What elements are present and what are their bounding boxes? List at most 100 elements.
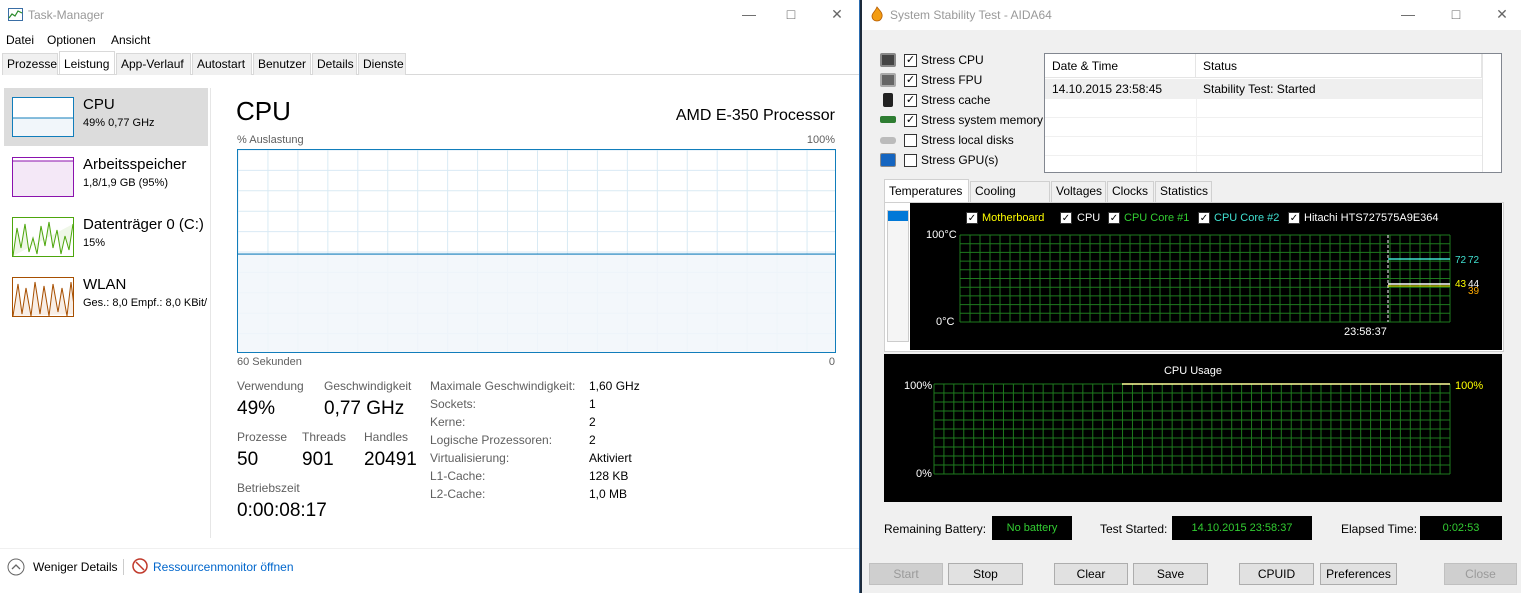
title-bar[interactable]: Task-Manager — □ ✕ bbox=[0, 0, 859, 30]
tab-leistung[interactable]: Leistung bbox=[59, 51, 115, 74]
detail-value: Aktiviert bbox=[589, 451, 632, 465]
resource-monitor-link[interactable]: Ressourcenmonitor öffnen bbox=[153, 560, 294, 574]
tab-details[interactable]: Details bbox=[312, 53, 357, 75]
checkmark-icon: ✓ bbox=[905, 54, 916, 66]
disk-thumbnail-graph bbox=[12, 217, 74, 257]
footer-separator bbox=[123, 559, 124, 575]
tab-prozesse[interactable]: Prozesse bbox=[2, 53, 58, 75]
graph-y-label: % Auslastung bbox=[237, 134, 304, 146]
stress-disks-option[interactable]: Stress local disks bbox=[880, 132, 1050, 150]
detail-value: 1 bbox=[589, 397, 596, 411]
speed-value: 0,77 GHz bbox=[324, 398, 405, 419]
sidebar-item-sub: Ges.: 8,0 Empf.: 8,0 KBit/s bbox=[83, 297, 207, 309]
tab-autostart[interactable]: Autostart bbox=[192, 53, 252, 75]
test-started-label: Test Started: bbox=[1100, 522, 1168, 536]
stress-checkbox[interactable] bbox=[904, 154, 917, 167]
column-header-datetime[interactable]: Date & Time bbox=[1045, 54, 1196, 78]
stress-cache-option[interactable]: ✓ Stress cache bbox=[880, 92, 1050, 110]
menu-optionen[interactable]: Optionen bbox=[47, 33, 96, 47]
stress-fpu-option[interactable]: ✓ Stress FPU bbox=[880, 72, 1050, 90]
tab-bar: Prozesse Leistung App-Verlauf Autostart … bbox=[2, 51, 859, 75]
row-line bbox=[1045, 117, 1482, 118]
title-bar[interactable]: System Stability Test - AIDA64 — □ ✕ bbox=[862, 0, 1521, 30]
tab-cooling-fans[interactable]: Cooling Fans bbox=[970, 181, 1050, 217]
stop-button[interactable]: Stop bbox=[948, 563, 1023, 585]
usage-graph-grid bbox=[933, 383, 1451, 475]
legend-checkbox[interactable]: ✓ bbox=[1108, 212, 1120, 224]
menu-datei[interactable]: Datei bbox=[6, 33, 34, 47]
stress-memory-option[interactable]: ✓ Stress system memory bbox=[880, 112, 1050, 130]
handles-value: 20491 bbox=[364, 449, 417, 470]
sidebar-item-sub: 49% 0,77 GHz bbox=[83, 117, 155, 129]
log-scrollbar[interactable] bbox=[1482, 54, 1501, 172]
stress-cpu-option[interactable]: ✓ Stress CPU bbox=[880, 52, 1050, 70]
checkmark-icon: ✓ bbox=[967, 213, 977, 224]
clear-button[interactable]: Clear bbox=[1054, 563, 1128, 585]
tab-voltages[interactable]: Voltages bbox=[1051, 181, 1106, 202]
sidebar-item-title: WLAN bbox=[83, 276, 127, 293]
legend-checkbox[interactable]: ✓ bbox=[1198, 212, 1210, 224]
close-button[interactable]: Close bbox=[1444, 563, 1517, 585]
close-window-button[interactable]: ✕ bbox=[1479, 3, 1521, 27]
sidebar-item-disk[interactable]: Datenträger 0 (C:) 15% bbox=[4, 208, 208, 266]
cpu-thumbnail-graph bbox=[12, 97, 74, 137]
save-button[interactable]: Save bbox=[1133, 563, 1208, 585]
stress-checkbox[interactable]: ✓ bbox=[904, 94, 917, 107]
tab-benutzer[interactable]: Benutzer bbox=[253, 53, 311, 75]
temp-value-core1: 72 bbox=[1455, 255, 1467, 266]
threads-value: 901 bbox=[302, 449, 334, 470]
fewer-details-link[interactable]: Weniger Details bbox=[33, 560, 117, 574]
tab-temperatures[interactable]: Temperatures bbox=[884, 179, 969, 203]
chevron-up-icon[interactable] bbox=[7, 558, 25, 576]
legend-checkbox[interactable]: ✓ bbox=[966, 212, 978, 224]
stress-gpu-option[interactable]: Stress GPU(s) bbox=[880, 152, 1050, 170]
battery-value: No battery bbox=[992, 516, 1072, 540]
processes-label: Prozesse bbox=[237, 430, 288, 444]
checkmark-icon: ✓ bbox=[1199, 213, 1209, 224]
tab-dienste[interactable]: Dienste bbox=[358, 53, 406, 75]
usage-value: 49% bbox=[237, 398, 276, 419]
row-line bbox=[1045, 136, 1482, 137]
minimize-button[interactable]: — bbox=[726, 3, 772, 27]
tab-statistics[interactable]: Statistics bbox=[1155, 181, 1212, 202]
tab-clocks[interactable]: Clocks bbox=[1107, 181, 1154, 202]
fpu-icon bbox=[880, 73, 896, 87]
start-button[interactable]: Start bbox=[869, 563, 943, 585]
cpu-usage-graph bbox=[237, 149, 836, 353]
menu-ansicht[interactable]: Ansicht bbox=[111, 33, 150, 47]
stress-checkbox[interactable] bbox=[904, 134, 917, 147]
status-log-table[interactable]: Date & Time Status 14.10.2015 23:58:45 S… bbox=[1044, 53, 1502, 173]
stress-checkbox[interactable]: ✓ bbox=[904, 74, 917, 87]
scrollbar-thumb[interactable] bbox=[888, 211, 908, 221]
cpu-usage-chart: CPU Usage 100% 0% 100% bbox=[884, 354, 1502, 502]
speed-label: Geschwindigkeit bbox=[324, 379, 412, 393]
legend-core2: CPU Core #2 bbox=[1214, 212, 1280, 224]
tab-app-verlauf[interactable]: App-Verlauf bbox=[116, 53, 191, 75]
maximize-button[interactable]: □ bbox=[768, 3, 814, 27]
stress-checkbox[interactable]: ✓ bbox=[904, 114, 917, 127]
column-header-status[interactable]: Status bbox=[1196, 54, 1482, 78]
stress-label: Stress GPU(s) bbox=[921, 153, 999, 167]
close-button[interactable]: ✕ bbox=[814, 3, 860, 27]
task-manager-icon bbox=[8, 8, 23, 21]
gpu-icon bbox=[880, 153, 896, 167]
detail-label: Sockets: bbox=[430, 397, 477, 411]
stress-checkbox[interactable]: ✓ bbox=[904, 54, 917, 67]
sidebar-item-cpu[interactable]: CPU 49% 0,77 GHz bbox=[4, 88, 208, 146]
stress-label: Stress cache bbox=[921, 93, 991, 107]
minimize-button[interactable]: — bbox=[1385, 3, 1431, 27]
detail-label: Logische Prozessoren: bbox=[430, 433, 553, 447]
preferences-button[interactable]: Preferences bbox=[1320, 563, 1397, 585]
sidebar-item-memory[interactable]: Arbeitsspeicher 1,8/1,9 GB (95%) bbox=[4, 148, 208, 206]
memory-icon bbox=[880, 116, 896, 123]
usage-axis-bottom: 0% bbox=[916, 468, 932, 480]
graph-y-max: 100% bbox=[806, 134, 835, 146]
legend-checkbox[interactable]: ✓ bbox=[1060, 212, 1072, 224]
legend-checkbox[interactable]: ✓ bbox=[1288, 212, 1300, 224]
cpuid-button[interactable]: CPUID bbox=[1239, 563, 1314, 585]
uptime-value: 0:00:08:17 bbox=[237, 500, 327, 521]
maximize-button[interactable]: □ bbox=[1433, 3, 1479, 27]
sidebar-item-wlan[interactable]: WLAN Ges.: 8,0 Empf.: 8,0 KBit/s bbox=[4, 268, 208, 326]
legend-motherboard: Motherboard bbox=[982, 212, 1045, 224]
temp-scrollbar[interactable] bbox=[887, 210, 909, 342]
